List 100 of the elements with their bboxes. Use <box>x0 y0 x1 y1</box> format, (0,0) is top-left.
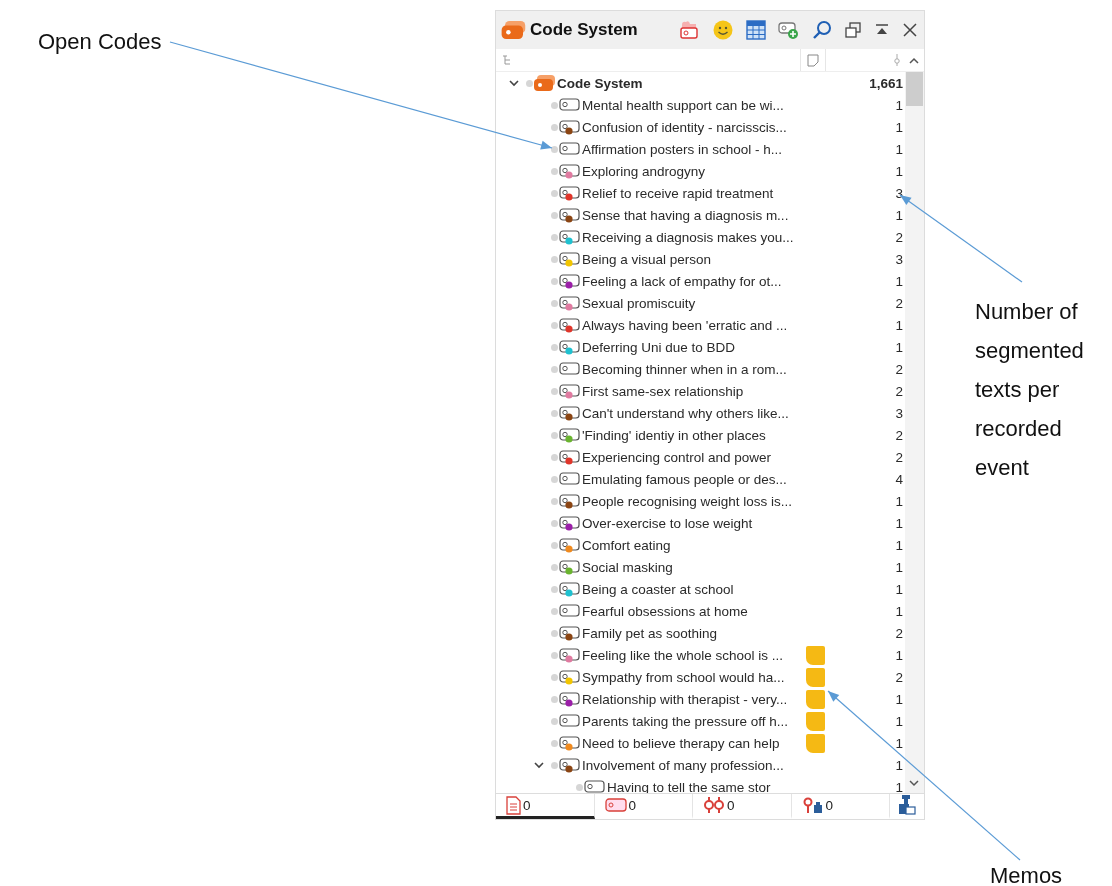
add-code-icon[interactable] <box>778 20 800 40</box>
float-window-icon[interactable] <box>844 21 862 39</box>
scroll-up-icon[interactable] <box>909 56 919 64</box>
tree-label[interactable]: Fearful obsessions at home <box>581 603 748 619</box>
tree-label[interactable]: Family pet as soothing <box>581 625 718 641</box>
tree-label[interactable]: People recognising weight loss is... <box>581 493 793 509</box>
tree-label[interactable]: Deferring Uni due to BDD <box>581 339 736 355</box>
table-icon[interactable] <box>746 20 766 40</box>
memo-column-icon[interactable] <box>807 53 819 67</box>
count-text: 1 <box>894 493 904 509</box>
status-dot-icon <box>551 211 558 219</box>
code-system-icon <box>534 75 556 91</box>
tree-label[interactable]: Feeling like the whole school is ... <box>581 647 784 663</box>
tree-label[interactable]: Sympathy from school would ha... <box>581 669 785 685</box>
tree-label[interactable]: Code System <box>556 75 643 91</box>
tree-label[interactable]: Exploring androgyny <box>581 163 706 179</box>
annotation-text: Number of segmented texts per recorded event <box>975 298 1085 482</box>
status-dot-icon <box>551 651 558 659</box>
count-text: 1 <box>894 207 904 223</box>
tree-label[interactable]: Relationship with therapist - very... <box>581 691 788 707</box>
chevron-icon[interactable] <box>534 761 544 769</box>
tree-label[interactable]: Emulating famous people or des... <box>581 471 787 487</box>
tree-label[interactable]: 'Finding' identiy in other places <box>581 427 766 443</box>
status-dot-icon <box>551 343 558 351</box>
status-dot-icon <box>551 739 558 747</box>
code-icon <box>559 757 581 773</box>
tree-label[interactable]: Social masking <box>581 559 673 575</box>
pin-weight-icon <box>801 796 824 814</box>
tree-view-icon[interactable] <box>502 55 512 65</box>
scroll-down-icon[interactable] <box>909 780 919 787</box>
code-icon <box>559 669 581 685</box>
scrollbar[interactable] <box>905 72 924 793</box>
status-dot-icon <box>551 123 558 131</box>
tree-label[interactable]: Sexual promiscuity <box>581 295 696 311</box>
tree-label[interactable]: Parents taking the pressure off h... <box>581 713 789 729</box>
code-icon <box>559 207 581 223</box>
search-icon[interactable] <box>812 20 832 40</box>
tree-label[interactable]: Confusion of identity - narcisscis... <box>581 119 787 135</box>
count-text: 1 <box>894 691 904 707</box>
tree-label[interactable]: Can't understand why others like... <box>581 405 789 421</box>
tree-label[interactable]: Receiving a diagnosis makes you... <box>581 229 794 245</box>
code-icon <box>559 185 581 201</box>
count-text: 1 <box>894 537 904 553</box>
tree-label[interactable]: Becoming thinner when in a rom... <box>581 361 787 377</box>
status-tab[interactable]: 0 <box>693 794 792 819</box>
status-dot-icon <box>551 717 558 725</box>
count-text: 2 <box>894 427 904 443</box>
status-dot-icon <box>551 629 558 637</box>
count-text: 1 <box>894 339 904 355</box>
tree-label[interactable]: Always having been 'erratic and ... <box>581 317 788 333</box>
count-text: 2 <box>894 669 904 685</box>
count-text: 1 <box>894 735 904 751</box>
count-text: 1 <box>894 647 904 663</box>
status-dot-icon <box>551 453 558 461</box>
tree-label[interactable]: Involvement of many profession... <box>581 757 784 773</box>
tree-label[interactable]: Experiencing control and power <box>581 449 772 465</box>
code-icon <box>559 273 581 289</box>
count-text: 3 <box>894 405 904 421</box>
status-tab[interactable]: 0 <box>791 794 890 819</box>
count-text: 1 <box>894 273 904 289</box>
status-dot-icon <box>551 519 558 527</box>
status-tab[interactable]: 0 <box>594 794 693 819</box>
code-icon <box>559 427 581 443</box>
scroll-thumb[interactable] <box>906 72 923 106</box>
tree-label[interactable]: Being a coaster at school <box>581 581 734 597</box>
tree-label[interactable]: Sense that having a diagnosis m... <box>581 207 789 223</box>
tree-label[interactable]: Relief to receive rapid treatment <box>581 185 774 201</box>
tree-label[interactable]: First same-sex relationship <box>581 383 744 399</box>
annotation-text: Open Codes <box>38 28 162 56</box>
status-tab[interactable]: 0 <box>496 794 595 819</box>
tree-label[interactable]: Need to believe therapy can help <box>581 735 780 751</box>
count-text: 3 <box>894 251 904 267</box>
status-dot-icon <box>551 299 558 307</box>
code-set-icon[interactable] <box>678 20 700 40</box>
tree-label[interactable]: Affirmation posters in school - h... <box>581 141 783 157</box>
tree-label[interactable]: Being a visual person <box>581 251 712 267</box>
tree-label[interactable]: Over-exercise to lose weight <box>581 515 753 531</box>
code-icon <box>559 141 581 157</box>
code-icon <box>559 383 581 399</box>
tree-label[interactable]: Comfort eating <box>581 537 671 553</box>
status-dot-icon <box>551 321 558 329</box>
smiley-icon[interactable] <box>712 19 734 41</box>
count-text: 1 <box>894 779 904 793</box>
code-icon <box>604 798 627 812</box>
stamp-icon[interactable] <box>898 795 916 815</box>
tree-label[interactable]: Feeling a lack of empathy for ot... <box>581 273 782 289</box>
code-icon <box>559 97 581 113</box>
count-text: 2 <box>894 625 904 641</box>
status-dot-icon <box>551 695 558 703</box>
code-icon <box>559 119 581 135</box>
code-icon <box>559 163 581 179</box>
close-icon[interactable] <box>902 22 918 38</box>
tree-label[interactable]: Mental health support can be wi... <box>581 97 784 113</box>
status-dot-icon <box>576 783 583 791</box>
chevron-icon[interactable] <box>509 79 519 87</box>
code-icon <box>559 537 581 553</box>
status-dot-icon <box>551 431 558 439</box>
count-text: 2 <box>894 383 904 399</box>
code-icon <box>559 691 581 707</box>
code-icon <box>559 581 581 597</box>
